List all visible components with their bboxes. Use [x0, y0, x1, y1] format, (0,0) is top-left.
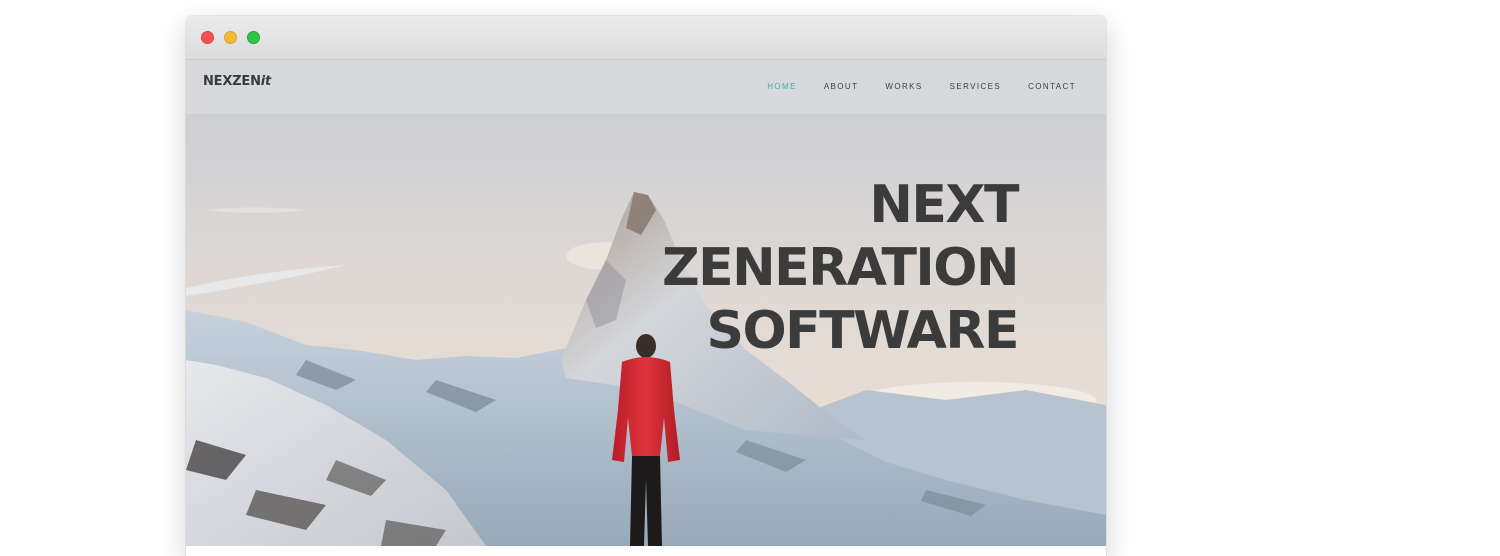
nav-item-home[interactable]: HOME	[767, 82, 797, 91]
site-header: NEXZENit HOME ABOUT WORKS SERVICES CONTA…	[186, 60, 1106, 115]
window-minimize-button[interactable]	[224, 31, 237, 44]
logo-main-text: NEXZEN	[203, 74, 261, 89]
browser-window: NEXZENit HOME ABOUT WORKS SERVICES CONTA…	[186, 16, 1106, 556]
nav-item-services[interactable]: SERVICES	[950, 82, 1002, 91]
page-viewport: NEXZENit HOME ABOUT WORKS SERVICES CONTA…	[186, 60, 1106, 556]
site-logo[interactable]: NEXZENit	[203, 74, 271, 89]
logo-suffix-text: it	[260, 74, 272, 89]
nav-item-contact[interactable]: CONTACT	[1028, 82, 1076, 91]
hero-headline-line: ZENERATION	[661, 238, 1020, 298]
hero-headline-line: SOFTWARE	[706, 301, 1020, 361]
window-maximize-button[interactable]	[247, 31, 260, 44]
browser-title-bar	[186, 16, 1106, 60]
hero-headline-line: NEXT	[869, 175, 1019, 235]
main-nav: HOME ABOUT WORKS SERVICES CONTACT	[767, 82, 1076, 91]
nav-item-about[interactable]: ABOUT	[824, 82, 859, 91]
window-close-button[interactable]	[201, 31, 214, 44]
nav-item-works[interactable]: WORKS	[885, 82, 922, 91]
hero-headline: NEXT ZENERATION SOFTWARE	[661, 174, 1020, 363]
